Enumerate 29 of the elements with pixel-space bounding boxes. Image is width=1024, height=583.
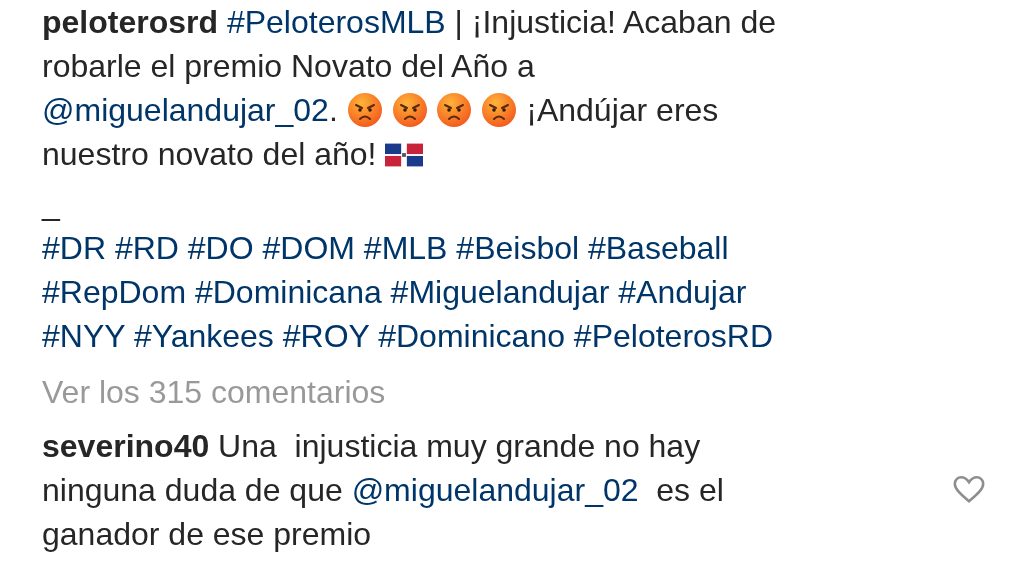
- mention-link[interactable]: @miguelandujar_02: [351, 472, 639, 508]
- angry-face-icon: [436, 92, 473, 128]
- angry-face-icon: [391, 92, 428, 128]
- hashtag-link[interactable]: #ROY: [282, 318, 370, 354]
- hashtag-link[interactable]: #PeloterosMLB: [226, 4, 446, 40]
- username-link[interactable]: severino40: [42, 428, 210, 464]
- comment-text: severino40 Una injusticia muy grande no hay ninguna duda de que @miguelandujar_02 es el ganador de ese premio: [42, 427, 725, 554]
- angry-face-icon: [346, 92, 383, 128]
- hashtag-link[interactable]: #Beisbol: [456, 230, 580, 266]
- hashtag-link[interactable]: #DOM: [262, 230, 355, 266]
- angry-face-icon: [481, 92, 518, 128]
- hashtag-link[interactable]: #DR: [42, 230, 106, 266]
- hashtag-link[interactable]: #DO: [187, 230, 254, 266]
- separator-text: _: [42, 185, 61, 224]
- hashtag-link[interactable]: #MLB: [363, 230, 448, 266]
- hashtag-link[interactable]: #PeloterosRD: [573, 318, 774, 354]
- hashtag-link[interactable]: #Yankees: [133, 318, 274, 354]
- hashtag-link[interactable]: #Miguelandujar: [390, 274, 610, 310]
- mention-link[interactable]: @miguelandujar_02: [42, 92, 329, 128]
- flag-icon: [385, 141, 424, 169]
- hashtag-link[interactable]: #RepDom: [42, 274, 187, 310]
- hashtag-link[interactable]: #NYY: [42, 318, 125, 354]
- hashtag-link[interactable]: #Andujar: [618, 274, 747, 310]
- hashtag-link[interactable]: #RD: [114, 230, 179, 266]
- hashtag-link[interactable]: #Dominicano: [378, 318, 565, 354]
- hashtag-link[interactable]: #Dominicana: [194, 274, 382, 310]
- caption-text: peloterosrd #PeloterosMLB | ¡Injusticia! Acaban de robarle el premio Novato del Año a @miguelandujar_02. ¡Andújar eres nuestro novato del año!: [42, 3, 777, 174]
- hashtag-link[interactable]: #Baseball: [587, 230, 729, 266]
- username-link[interactable]: peloterosrd: [42, 4, 219, 40]
